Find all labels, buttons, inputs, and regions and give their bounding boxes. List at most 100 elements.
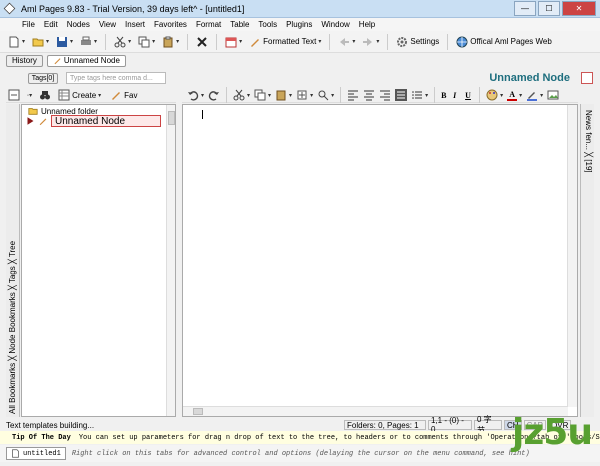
undo-button[interactable]: ▾ [186, 89, 205, 102]
justify-button[interactable] [394, 89, 408, 102]
expand-arrow-icon[interactable] [26, 116, 35, 126]
favorites-icon [112, 92, 121, 100]
node-tab[interactable]: Unnamed Node [46, 54, 126, 67]
maximize-button[interactable]: ☐ [538, 1, 560, 16]
status-message: Text templates building... [6, 420, 95, 430]
delete-x-icon [197, 36, 207, 47]
save-button[interactable]: ▾ [54, 33, 75, 51]
status-folders: Folders: 0, Pages: 1 [344, 420, 426, 430]
print-button[interactable]: ▾ [78, 33, 99, 51]
pen-icon [251, 38, 260, 47]
create-node-button[interactable]: Create ▾ [56, 86, 103, 104]
menu-view[interactable]: View [99, 20, 116, 29]
favorites-label: Fav [124, 90, 138, 100]
tags-input[interactable]: Type tags here comma d... [66, 72, 166, 84]
left-vertical-tabs: All Bookmarks ╳ Node Bookmarks ╳ Tags ╳ … [6, 104, 20, 417]
style-button[interactable]: ▾ [485, 89, 504, 102]
calendar-icon [225, 37, 237, 47]
document-tab[interactable]: untitled1 [6, 447, 66, 460]
forward-button[interactable]: ▾ [360, 33, 381, 51]
menu-window[interactable]: Window [321, 20, 349, 29]
tags-button[interactable]: Tags[0] [28, 72, 58, 84]
new-button[interactable]: ▾ [6, 33, 27, 51]
document-tab-bar: untitled1 Right click on this tabs for a… [0, 445, 600, 462]
back-button[interactable]: ▾ [336, 33, 357, 51]
copy-button[interactable]: ▾ [136, 33, 157, 51]
editor-vertical-scrollbar[interactable] [567, 105, 577, 407]
align-left-icon [348, 90, 359, 101]
justify-icon [395, 89, 408, 101]
editor-hscroll-thumb[interactable] [193, 408, 203, 415]
left-tabs-label[interactable]: All Bookmarks ╳ Node Bookmarks ╳ Tags ╳ … [8, 241, 17, 414]
redo-button[interactable] [207, 89, 221, 102]
insert-icon [297, 90, 307, 100]
history-button[interactable]: History [6, 54, 43, 67]
font-color-button[interactable]: A ▾ [506, 89, 523, 102]
settings-label: Settings [410, 37, 440, 46]
menu-edit[interactable]: Edit [44, 20, 58, 29]
align-right-button[interactable] [378, 89, 392, 102]
editor-horizontal-scrollbar[interactable] [183, 406, 568, 416]
toolbar-separator [329, 33, 331, 50]
menu-insert[interactable]: Insert [125, 20, 145, 29]
menu-format[interactable]: Format [196, 20, 221, 29]
favorites-button[interactable]: Fav [108, 86, 139, 104]
menu-favorites[interactable]: Favorites [154, 20, 187, 29]
list-button[interactable]: ▾ [410, 89, 429, 102]
close-button[interactable]: ✕ [562, 1, 596, 16]
node-calendar-icon[interactable] [581, 72, 593, 84]
editor-copy-button[interactable]: ▾ [253, 89, 272, 102]
bold-button[interactable]: B [440, 89, 450, 102]
template-dropdown[interactable]: ▾ [223, 33, 244, 51]
picture-button[interactable] [546, 89, 560, 102]
menu-bar: File Edit Nodes View Insert Favorites Fo… [0, 18, 600, 31]
formatted-text-button[interactable]: Formatted Text ▾ [247, 33, 323, 51]
underline-button[interactable]: U [464, 89, 474, 102]
printer-icon [81, 36, 92, 45]
node-tab-row: History Unnamed Node [0, 53, 600, 68]
save-icon [57, 36, 68, 47]
delete-button[interactable] [194, 33, 210, 51]
copy-icon [138, 36, 150, 47]
align-right-icon [380, 90, 391, 101]
align-left-button[interactable] [346, 89, 360, 102]
tree-panel[interactable]: Unnamed folder Unnamed Node [21, 104, 176, 417]
minimize-button[interactable]: — [514, 1, 536, 16]
toolbar-separator [187, 33, 189, 50]
editor-insert-button[interactable]: ▾ [295, 89, 314, 102]
editor-paste-button[interactable]: ▾ [274, 89, 293, 102]
open-folder-icon [32, 38, 44, 46]
menu-table[interactable]: Table [230, 20, 249, 29]
news-feed-tab[interactable]: News fen... ╳ [19] [584, 110, 593, 173]
align-center-button[interactable] [362, 89, 376, 102]
menu-nodes[interactable]: Nodes [67, 20, 90, 29]
italic-button[interactable]: I [452, 89, 462, 102]
menu-plugins[interactable]: Plugins [286, 20, 312, 29]
tree-node[interactable]: Unnamed Node [26, 115, 161, 127]
globe-icon [456, 36, 468, 47]
tree-toggle-icon[interactable] [8, 89, 20, 101]
open-button[interactable]: ▾ [30, 33, 51, 51]
copy-icon [254, 89, 266, 101]
text-editor[interactable] [182, 104, 578, 417]
menu-help[interactable]: Help [359, 20, 375, 29]
create-label: Create [72, 90, 97, 100]
arrow-right-icon [363, 37, 373, 46]
official-web-button[interactable]: Offical Aml Pages Web [454, 33, 554, 51]
menu-file[interactable]: File [22, 20, 35, 29]
toolbar-separator [447, 33, 449, 50]
new-document-icon [9, 36, 19, 47]
editor-cut-button[interactable]: ▾ [232, 89, 251, 102]
editor-find-button[interactable]: ▾ [316, 89, 335, 102]
tree-scroll-thumb[interactable] [168, 111, 175, 125]
binoculars-icon[interactable] [39, 89, 51, 101]
cut-button[interactable]: ▾ [112, 33, 133, 51]
window-controls: — ☐ ✕ [514, 1, 596, 16]
paste-button[interactable]: ▾ [160, 33, 181, 51]
menu-tools[interactable]: Tools [258, 20, 277, 29]
app-icon[interactable] [3, 2, 16, 15]
settings-button[interactable]: Settings [394, 33, 441, 51]
highlight-button[interactable]: ▾ [525, 89, 544, 102]
tree-scrollbar[interactable] [166, 105, 175, 416]
tree-options-button[interactable]: ◦▾ [25, 86, 34, 104]
